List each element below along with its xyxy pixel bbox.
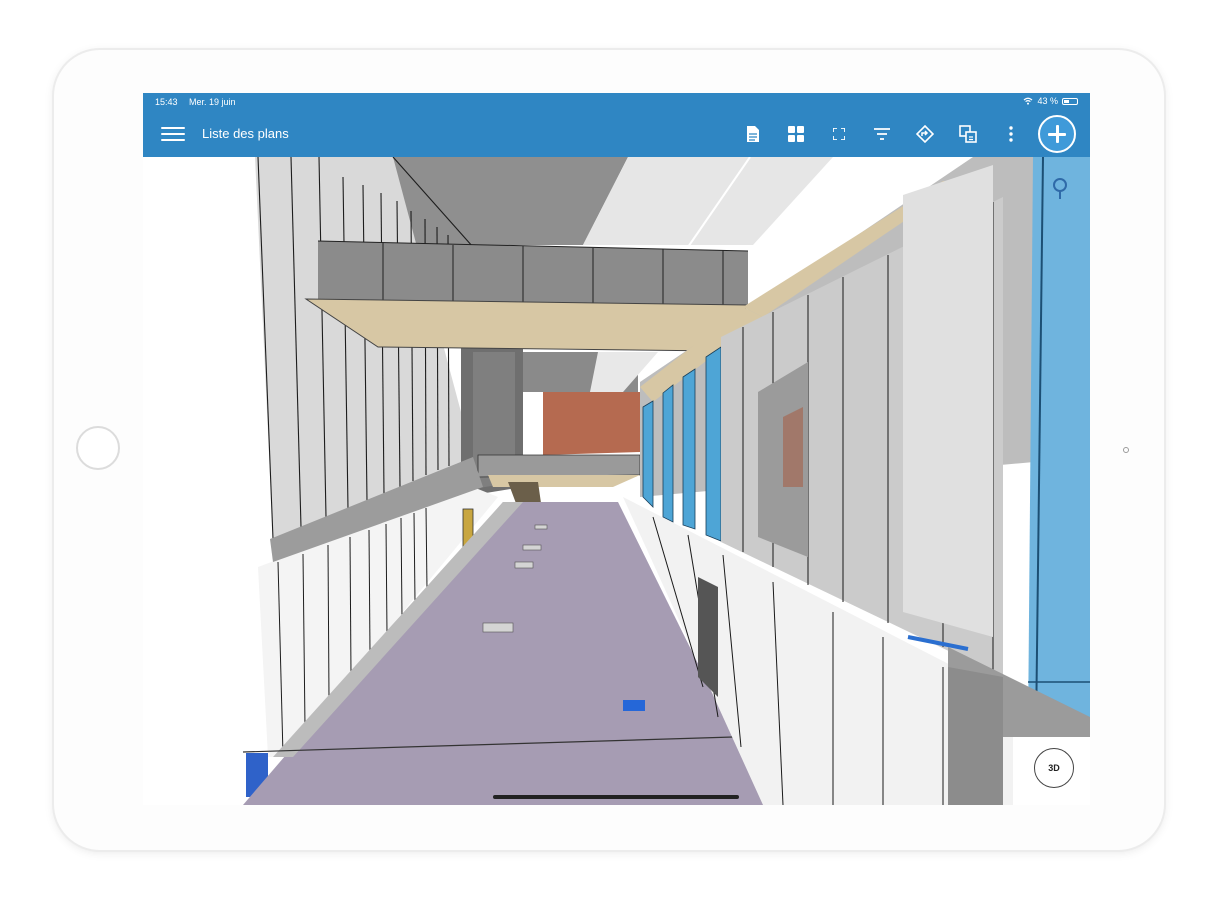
floor-hatch-2 [514, 561, 534, 569]
floor-hatch-4 [534, 524, 548, 530]
more-vertical-icon[interactable] [989, 121, 1032, 147]
fullscreen-icon[interactable] [817, 121, 860, 147]
status-time: 15:43 [155, 97, 178, 107]
navigate-icon[interactable] [903, 121, 946, 147]
status-right: 43 % [1023, 96, 1078, 106]
add-button[interactable] [1038, 115, 1076, 153]
view-toggle-label: 3D [1048, 763, 1060, 773]
grid-icon[interactable] [774, 121, 817, 147]
layers-icon[interactable] [946, 121, 989, 147]
wifi-icon [1024, 97, 1033, 105]
right-door [698, 577, 718, 697]
floor-hatch-3 [522, 544, 542, 551]
far-bridge [477, 454, 641, 478]
floor-hatch-1 [482, 622, 514, 633]
toolbar [731, 121, 1032, 147]
home-indicator [493, 795, 739, 799]
app-screen: 15:43 Mer. 19 juin 43 % Liste des plans [143, 93, 1090, 805]
hamburger-menu-icon[interactable] [161, 124, 185, 144]
status-bar: 15:43 Mer. 19 juin 43 % [143, 93, 1090, 111]
filter-icon[interactable] [860, 121, 903, 147]
bim-model-render[interactable] [143, 157, 1090, 805]
bridge-slab [304, 298, 749, 352]
battery-icon [1062, 97, 1078, 105]
battery-percent: 43 % [1037, 96, 1058, 106]
blue-floor-marker [623, 700, 645, 711]
view-toggle-3d-button[interactable]: 3D [1034, 748, 1074, 788]
model-3d-viewport[interactable] [143, 157, 1090, 805]
right-panel-front [903, 165, 993, 637]
back-brick-wall [543, 392, 640, 455]
tablet-camera [1123, 447, 1129, 453]
tablet-home-button [76, 426, 120, 470]
app-bar: Liste des plans [143, 111, 1090, 157]
app-title[interactable]: Liste des plans [202, 126, 289, 141]
document-icon[interactable] [731, 121, 774, 147]
status-date: Mer. 19 juin [189, 97, 236, 107]
interior-brick [783, 407, 803, 487]
right-column [948, 667, 1003, 805]
